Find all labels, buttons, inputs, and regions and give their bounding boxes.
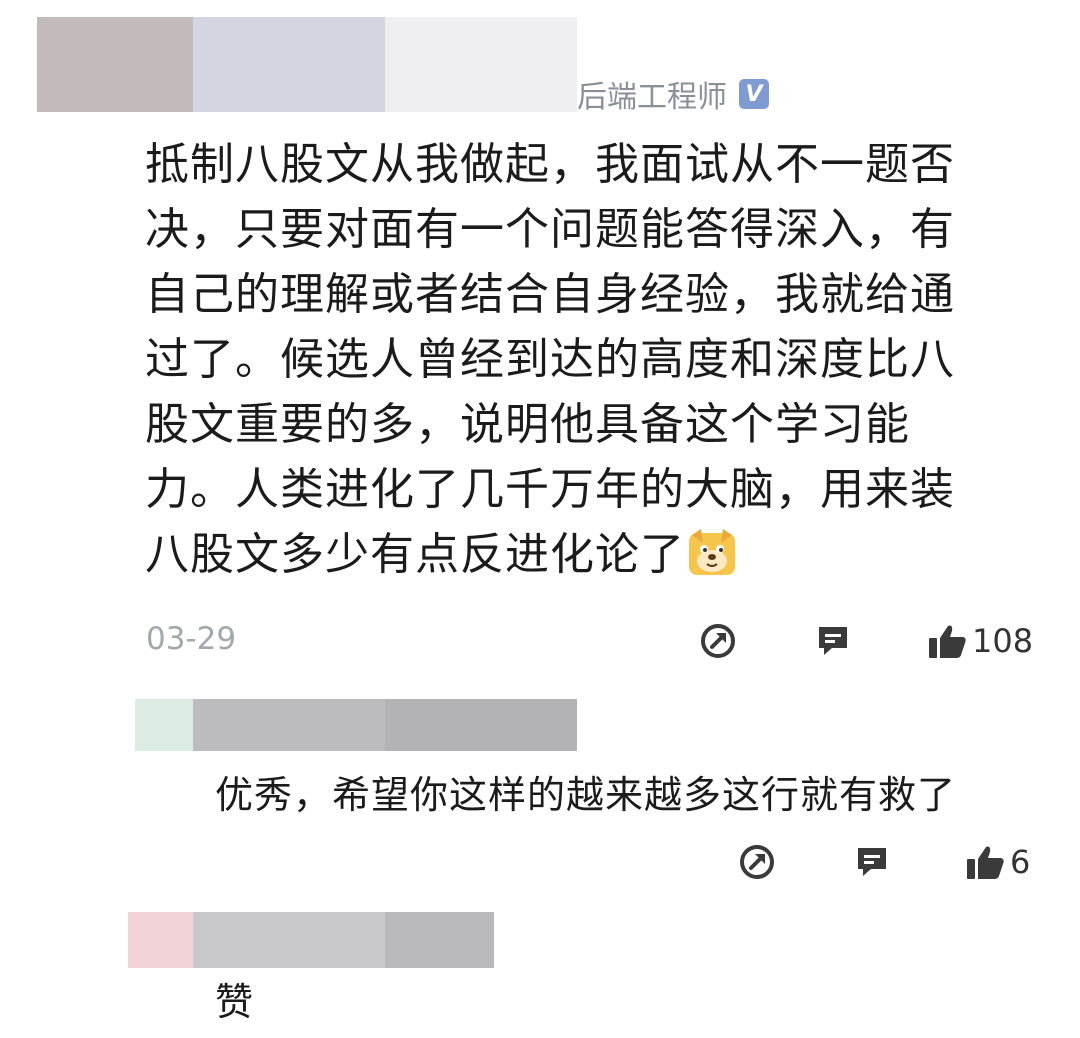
comment-date: 03-29: [146, 621, 237, 657]
redacted-reply-username-ext: [385, 699, 577, 751]
share-button[interactable]: [699, 616, 737, 666]
thumbs-up-icon: [967, 846, 1004, 879]
thumbs-up-icon: [929, 625, 966, 658]
like-button[interactable]: 108: [928, 616, 1033, 666]
share-icon: [740, 845, 774, 879]
reply-share-button[interactable]: [738, 837, 776, 887]
redacted-reply2-username-ext: [385, 912, 494, 968]
comment-line: 自己的理解或者结合自身经验，我就给通: [145, 269, 955, 320]
author-title-text: 后端工程师: [577, 80, 727, 115]
redacted-reply-username: [193, 699, 385, 751]
reply-like-button[interactable]: 6: [966, 837, 1030, 887]
comment-line: 股文重要的多，说明他具备这个学习能: [145, 399, 910, 450]
comment-line: 决，只要对面有一个问题能答得深入，有: [145, 204, 955, 255]
redacted-username-ext: [385, 17, 577, 112]
redacted-reply2-avatar: [128, 912, 193, 968]
comment-icon: [819, 627, 847, 655]
reply-button[interactable]: [814, 616, 852, 666]
redacted-reply-avatar: [135, 699, 193, 751]
doge-emoji-icon: [689, 529, 735, 575]
comment-line: 过了。候选人曾经到达的高度和深度比八: [145, 334, 955, 385]
reply-meta-row: 6: [0, 837, 1080, 887]
comment-line: 八股文多少有点反进化论了: [145, 529, 685, 580]
comment-icon: [858, 848, 886, 876]
reply2-text: 赞: [215, 980, 255, 1024]
comment-meta-row: 03-29 108: [0, 616, 1080, 666]
redacted-avatar: [37, 17, 193, 112]
comment-line: 力。人类进化了几千万年的大脑，用来装: [145, 464, 955, 515]
reply-like-count: 6: [1010, 843, 1031, 881]
redacted-reply2-username: [193, 912, 385, 968]
comment-line-last: 八股文多少有点反进化论了: [145, 522, 1005, 587]
like-count: 108: [972, 622, 1034, 660]
reply-text: 优秀，希望你这样的越来越多这行就有救了: [215, 773, 957, 817]
comment-text: 抵制八股文从我做起，我面试从不一题否 决，只要对面有一个问题能答得深入，有 自己…: [145, 132, 1005, 587]
redacted-username: [193, 17, 385, 112]
reply-reply-button[interactable]: [853, 837, 891, 887]
author-title: 后端工程师 V: [577, 74, 769, 115]
comment-line: 抵制八股文从我做起，我面试从不一题否: [145, 139, 955, 190]
share-icon: [701, 624, 735, 658]
verified-badge-icon: V: [739, 79, 769, 109]
